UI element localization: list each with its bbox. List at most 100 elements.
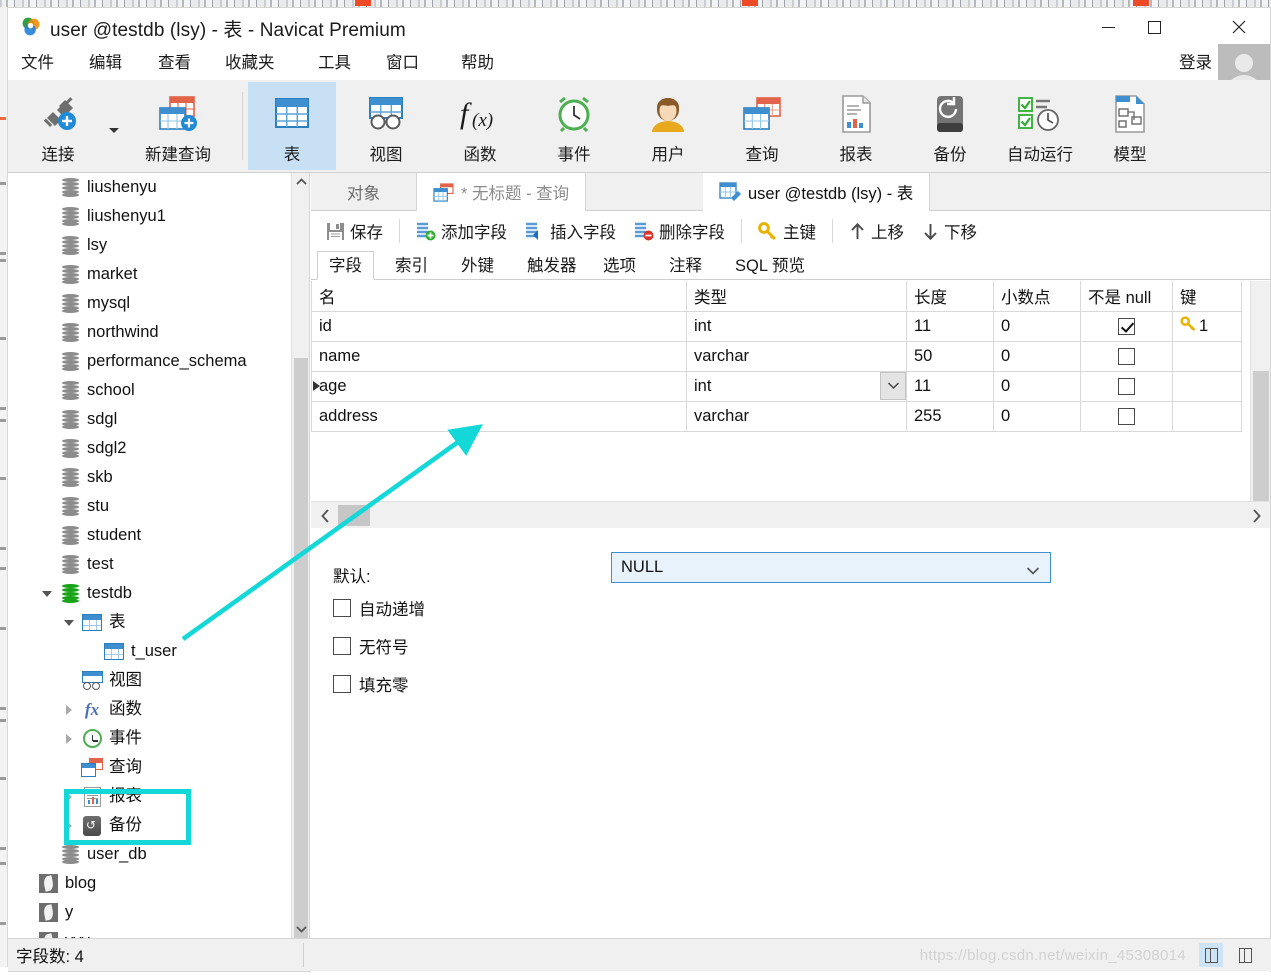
tree-item-skb[interactable]: skb [8, 463, 294, 492]
cell-field-not-null[interactable] [1080, 340, 1173, 372]
col-header-length[interactable]: 长度 [906, 281, 994, 312]
tree-item-northwind[interactable]: northwind [8, 318, 294, 347]
tab-untitled-query[interactable]: * 无标题 - 查询 [417, 173, 587, 211]
tab-options[interactable]: 选项 [591, 251, 648, 280]
close-button[interactable] [1216, 8, 1262, 46]
tab-table-designer[interactable]: user @testdb (lsy) - 表 [703, 173, 931, 211]
ribbon-button-user[interactable]: 用户 [624, 82, 712, 170]
cell-field-length[interactable]: 11 [906, 310, 994, 342]
tree-item-stu[interactable]: stu [8, 492, 294, 521]
not-null-checkbox[interactable] [1118, 317, 1135, 335]
col-header-type[interactable]: 类型 [686, 281, 907, 312]
cell-field-type[interactable]: varchar [686, 340, 907, 372]
tree-item-y[interactable]: y [8, 898, 294, 927]
twisty-icon[interactable] [58, 791, 80, 802]
tree-item-liushenyu[interactable]: liushenyu [8, 173, 294, 202]
cell-field-length[interactable]: 255 [906, 400, 994, 432]
primary-key-button[interactable]: 主键 [749, 215, 825, 247]
tab-indexes[interactable]: 索引 [383, 251, 440, 280]
grid-vertical-scrollbar[interactable] [1250, 281, 1270, 506]
ribbon-button-event[interactable]: 事件 [530, 82, 618, 170]
ribbon-button-model[interactable]: 模型 [1086, 82, 1174, 170]
maximize-button[interactable] [1131, 8, 1177, 46]
col-header-key[interactable]: 键 [1172, 281, 1242, 312]
cell-field-type[interactable]: int [686, 310, 907, 342]
cell-field-not-null[interactable] [1080, 310, 1173, 342]
tree-item-liushenyu1[interactable]: liushenyu1 [8, 202, 294, 231]
tab-sql-preview[interactable]: SQL 预览 [723, 251, 817, 280]
tree-item-sdgl[interactable]: sdgl [8, 405, 294, 434]
ribbon-button-report[interactable]: 报表 [812, 82, 900, 170]
tree-item--[interactable]: ↺ 备份 [8, 811, 294, 840]
table-row[interactable]: id int 11 0 1 [311, 310, 1242, 342]
tree-item-school[interactable]: school [8, 376, 294, 405]
not-null-checkbox[interactable] [1118, 347, 1135, 365]
tree-item--[interactable]: 报表 [8, 782, 294, 811]
ribbon-button-view[interactable]: 视图 [342, 82, 430, 170]
scroll-right-arrow-icon[interactable] [1245, 505, 1267, 526]
col-header-not-null[interactable]: 不是 null [1080, 281, 1173, 312]
twisty-icon[interactable] [58, 704, 80, 715]
zerofill-checkbox[interactable] [333, 675, 351, 693]
tab-fields[interactable]: 字段 [317, 251, 374, 280]
ribbon-button-new-query[interactable]: 新建查询 [124, 82, 232, 170]
menu-item-favorites[interactable]: 收藏夹 [220, 46, 280, 80]
cell-field-decimals[interactable]: 0 [993, 340, 1081, 372]
table-row[interactable]: age int 11 0 [311, 370, 1242, 402]
twisty-icon[interactable] [58, 619, 80, 626]
cell-field-length[interactable]: 11 [906, 370, 994, 402]
tab-triggers[interactable]: 触发器 [515, 251, 589, 280]
tree-item-mysql[interactable]: mysql [8, 289, 294, 318]
not-null-checkbox[interactable] [1118, 407, 1135, 425]
auto-increment-checkbox[interactable] [333, 599, 351, 617]
col-header-name[interactable]: 名 [311, 281, 687, 312]
grid-horizontal-scrollbar[interactable] [311, 501, 1270, 528]
sidebar-scroll-thumb[interactable] [294, 358, 308, 938]
tree-item-test[interactable]: test [8, 550, 294, 579]
tree-item-blog[interactable]: blog [8, 869, 294, 898]
cell-field-name[interactable]: age [311, 370, 687, 402]
ribbon-button-automation[interactable]: 自动运行 [986, 82, 1094, 170]
unsigned-checkbox-row[interactable]: 无符号 [333, 634, 409, 658]
tree-item-t_user[interactable]: t_user [8, 637, 294, 666]
tree-item-sdgl2[interactable]: sdgl2 [8, 434, 294, 463]
menu-item-file[interactable]: 文件 [16, 46, 59, 80]
connect-dropdown-caret-icon[interactable] [109, 128, 119, 133]
tree-item--[interactable]: 表 [8, 608, 294, 637]
zerofill-checkbox-row[interactable]: 填充零 [333, 672, 409, 696]
twisty-icon[interactable] [58, 820, 80, 831]
insert-field-button[interactable]: 插入字段 [516, 215, 625, 247]
auto-increment-checkbox-row[interactable]: 自动递增 [333, 596, 425, 620]
ribbon-button-function[interactable]: f (x) 函数 [436, 82, 524, 170]
cell-field-type[interactable]: int [686, 370, 907, 402]
form-view-toggle-icon[interactable] [1233, 943, 1257, 967]
menu-item-window[interactable]: 窗口 [381, 46, 424, 80]
tree-item-market[interactable]: market [8, 260, 294, 289]
twisty-icon[interactable] [36, 590, 58, 597]
cell-field-key[interactable] [1172, 400, 1242, 432]
tree-item-performance_schema[interactable]: performance_schema [8, 347, 294, 376]
minimize-button[interactable] [1085, 8, 1131, 46]
delete-field-button[interactable]: 删除字段 [625, 215, 734, 247]
default-value-combobox[interactable]: NULL [611, 552, 1051, 583]
scroll-left-arrow-icon[interactable] [314, 505, 336, 526]
login-link[interactable]: 登录 [1179, 46, 1212, 80]
cell-field-key[interactable] [1172, 370, 1242, 402]
twisty-icon[interactable] [58, 733, 80, 744]
cell-field-decimals[interactable]: 0 [993, 370, 1081, 402]
tab-objects[interactable]: 对象 [311, 173, 417, 211]
tree-item--[interactable]: fx 函数 [8, 695, 294, 724]
cell-field-decimals[interactable]: 0 [993, 400, 1081, 432]
cell-field-not-null[interactable] [1080, 400, 1173, 432]
unsigned-checkbox[interactable] [333, 637, 351, 655]
grid-hscroll-thumb[interactable] [338, 505, 370, 526]
tree-item-yyy[interactable]: yyy [8, 927, 294, 938]
tree-item--[interactable]: 查询 [8, 753, 294, 782]
ribbon-button-backup[interactable]: 备份 [906, 82, 994, 170]
cell-field-decimals[interactable]: 0 [993, 310, 1081, 342]
tree-item--[interactable]: 事件 [8, 724, 294, 753]
grid-view-toggle-icon[interactable] [1199, 943, 1223, 967]
menu-item-tools[interactable]: 工具 [313, 46, 356, 80]
table-row[interactable]: address varchar 255 0 [311, 400, 1242, 432]
ribbon-button-connect[interactable]: 连接 [14, 82, 102, 170]
